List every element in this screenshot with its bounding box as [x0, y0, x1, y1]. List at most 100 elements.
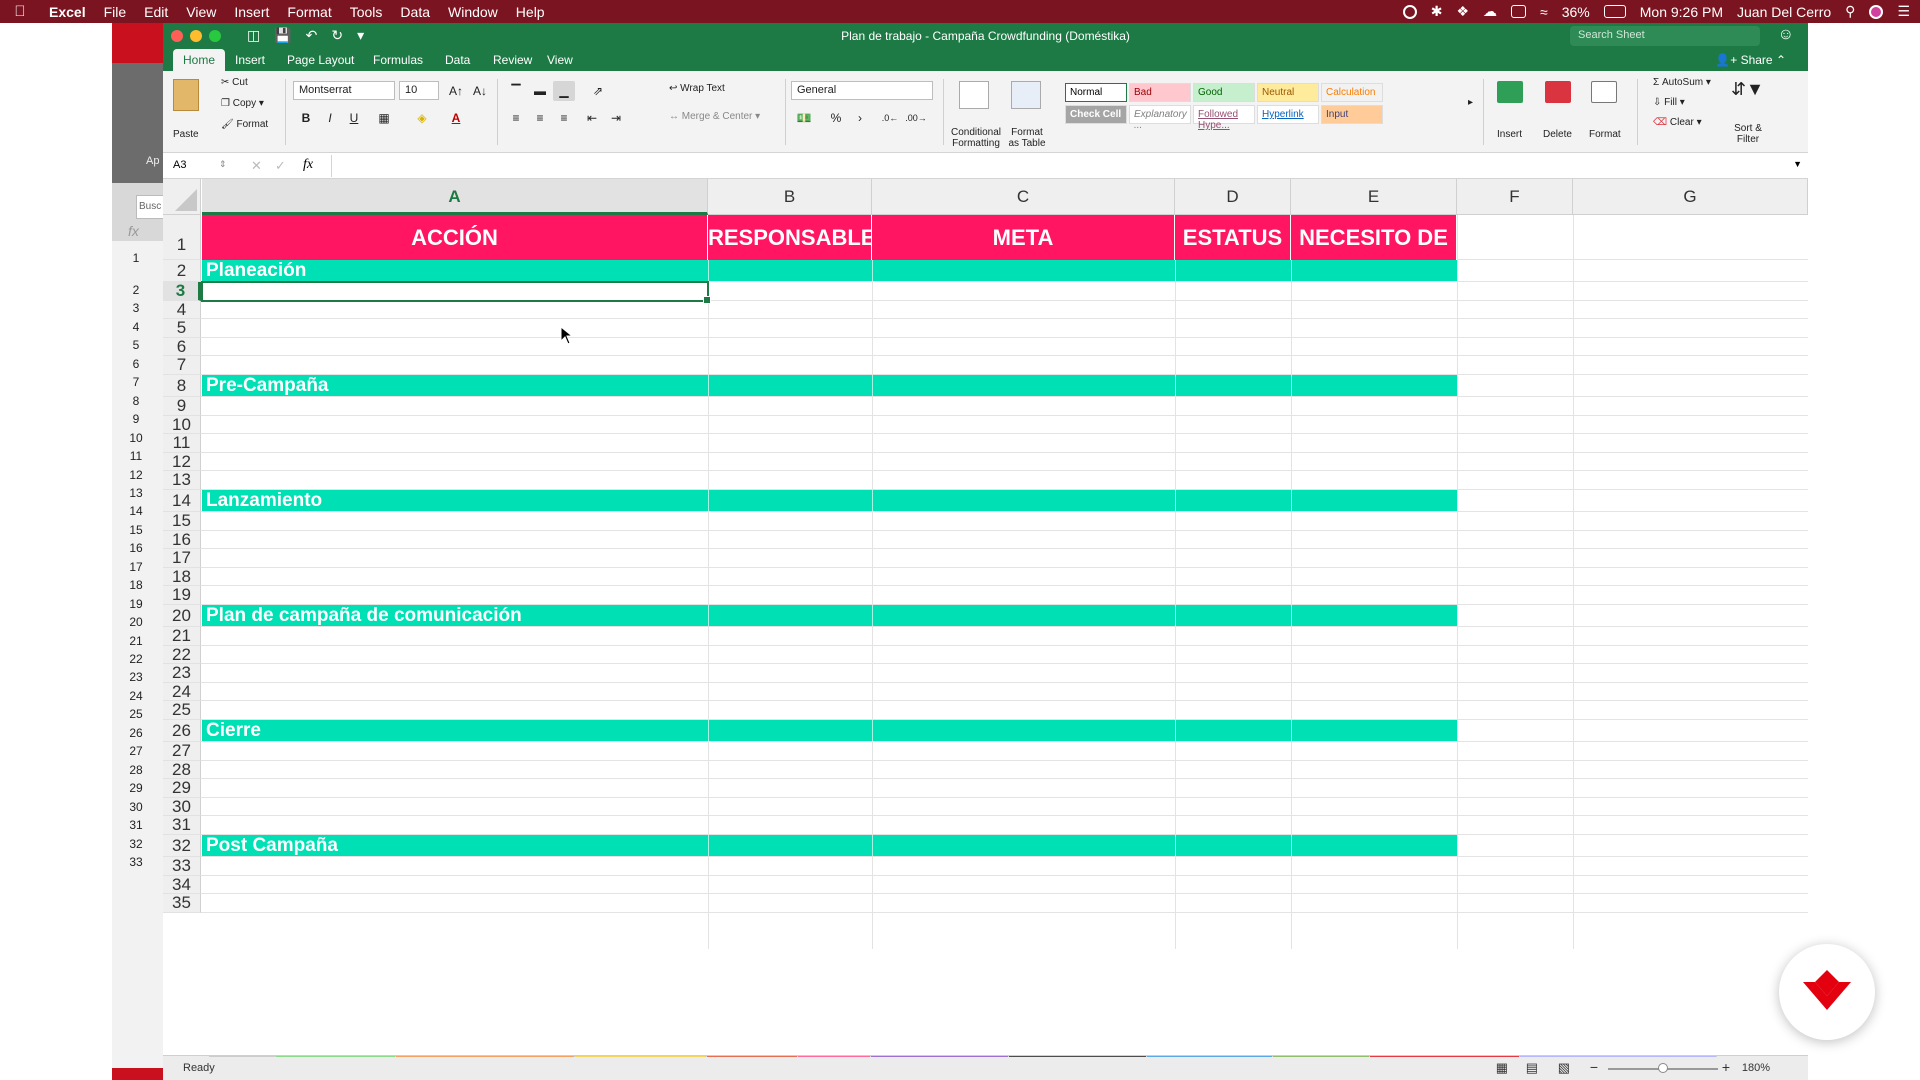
zoom-level[interactable]: 180% [1742, 1062, 1770, 1074]
row-header-9[interactable]: 9 [163, 396, 201, 416]
column-header-d[interactable]: D [1175, 179, 1291, 215]
zoom-slider-thumb[interactable] [1658, 1063, 1668, 1073]
expand-formula-bar-icon[interactable]: ▼ [1793, 159, 1802, 169]
section-row-14[interactable] [202, 490, 1457, 511]
cell-style-hyperlink[interactable]: Hyperlink [1257, 105, 1319, 124]
zoom-out-button[interactable]: − [1590, 1059, 1598, 1075]
merge-center-button[interactable]: ↔ Merge & Center ▾ [669, 111, 760, 122]
confirm-entry-icon[interactable]: ✓ [275, 158, 286, 174]
row-header-3[interactable]: 3 [163, 281, 201, 301]
active-cell-a3[interactable] [201, 281, 711, 304]
currency-icon[interactable]: 💵 [793, 108, 815, 128]
align-bottom-icon[interactable]: ▁ [553, 81, 575, 101]
page-break-view-icon[interactable]: ▧ [1558, 1060, 1570, 1076]
increase-indent-icon[interactable]: ⇥ [605, 108, 627, 128]
menu-user[interactable]: Juan Del Cerro [1737, 4, 1831, 20]
row-header-30[interactable]: 30 [163, 797, 201, 817]
row-header-19[interactable]: 19 [163, 586, 201, 605]
orientation-icon[interactable]: ⇗ [587, 81, 609, 101]
cell-style-followed-hype[interactable]: Followed Hype... [1193, 105, 1255, 131]
italic-button[interactable]: I [319, 108, 341, 128]
number-format-select[interactable]: General [791, 81, 933, 100]
percent-icon[interactable]: % [825, 108, 847, 128]
decrease-indent-icon[interactable]: ⇤ [581, 108, 603, 128]
normal-view-icon[interactable]: ▦ [1496, 1060, 1508, 1076]
format-as-table-button[interactable]: Format as Table [1005, 127, 1049, 149]
notification-center-icon[interactable]: ☰ [1897, 3, 1910, 20]
row-header-13[interactable]: 13 [163, 471, 201, 490]
font-color-icon[interactable]: A [445, 108, 467, 128]
apple-icon[interactable]:  [0, 3, 40, 20]
siri-icon[interactable] [1869, 4, 1884, 19]
delete-cells-icon[interactable] [1545, 81, 1571, 103]
row-header-10[interactable]: 10 [163, 415, 201, 435]
column-header-g[interactable]: G [1573, 179, 1808, 215]
paste-icon[interactable] [173, 79, 199, 111]
copy-button[interactable]: ❐ Copy ▾ [221, 98, 264, 109]
row-header-26[interactable]: 26 [163, 720, 201, 742]
menu-app-name[interactable]: Excel [40, 4, 95, 20]
font-name-select[interactable]: Montserrat [293, 81, 395, 100]
dropbox-icon[interactable]: ❖ [1456, 3, 1469, 20]
column-header-b[interactable]: B [708, 179, 872, 215]
record-icon[interactable] [1402, 4, 1417, 19]
row-header-35[interactable]: 35 [163, 894, 201, 913]
cloud-icon[interactable]: ☁ [1483, 3, 1497, 20]
cell-style-neutral[interactable]: Neutral [1257, 83, 1319, 102]
menu-help[interactable]: Help [507, 4, 554, 20]
tab-formulas[interactable]: Formulas [363, 49, 433, 71]
cell-style-calculation[interactable]: Calculation [1321, 83, 1383, 102]
row-header-11[interactable]: 11 [163, 434, 201, 453]
format-cells-icon[interactable] [1591, 81, 1617, 103]
clear-button[interactable]: ⌫ Clear ▾ [1653, 117, 1702, 128]
increase-decimal-icon[interactable]: .0← [879, 108, 901, 128]
cell-style-check-cell[interactable]: Check Cell [1065, 105, 1127, 124]
column-header-a[interactable]: A [202, 179, 708, 215]
row-header-17[interactable]: 17 [163, 549, 201, 568]
align-middle-icon[interactable]: ▬ [529, 81, 551, 101]
row-header-28[interactable]: 28 [163, 760, 201, 780]
menu-tools[interactable]: Tools [341, 4, 392, 20]
header-cell-c[interactable]: META [872, 215, 1175, 260]
menu-window[interactable]: Window [439, 4, 507, 20]
select-all-corner[interactable] [163, 179, 201, 215]
format-as-table-icon[interactable] [1011, 81, 1041, 109]
autosum-button[interactable]: Σ AutoSum ▾ [1653, 77, 1711, 88]
menu-edit[interactable]: Edit [135, 4, 177, 20]
styles-gallery-more-icon[interactable]: ▸ [1468, 97, 1473, 108]
font-size-select[interactable]: 10 [399, 81, 439, 100]
paste-button[interactable]: Paste [173, 129, 199, 140]
cell-style-good[interactable]: Good [1193, 83, 1255, 102]
zoom-in-button[interactable]: + [1722, 1059, 1730, 1075]
borders-icon[interactable]: ▦ [373, 108, 395, 128]
row-header-16[interactable]: 16 [163, 530, 201, 550]
sort-filter-button[interactable]: Sort & Filter [1725, 123, 1771, 145]
row-header-8[interactable]: 8 [163, 375, 201, 397]
decrease-decimal-icon[interactable]: .00→ [905, 108, 927, 128]
header-cell-d[interactable]: ESTATUS [1175, 215, 1291, 260]
menu-data[interactable]: Data [391, 4, 439, 20]
battery-percent[interactable]: 36% [1562, 4, 1590, 20]
column-header-c[interactable]: C [872, 179, 1175, 215]
align-top-icon[interactable]: ▔ [505, 81, 527, 101]
format-cells-button[interactable]: Format [1589, 129, 1621, 140]
wrap-text-button[interactable]: ↩ Wrap Text [669, 83, 725, 94]
header-cell-e[interactable]: NECESITO DE [1291, 215, 1457, 260]
column-header-f[interactable]: F [1457, 179, 1573, 215]
row-header-25[interactable]: 25 [163, 701, 201, 720]
cell-style-explanatory[interactable]: Explanatory ... [1129, 105, 1191, 131]
wifi-icon[interactable]: ≈ [1540, 4, 1548, 20]
row-header-32[interactable]: 32 [163, 835, 201, 857]
menu-insert[interactable]: Insert [225, 4, 278, 20]
section-row-26[interactable] [202, 720, 1457, 741]
header-cell-b[interactable]: RESPONSABLE [708, 215, 875, 260]
header-cell-a[interactable]: ACCIÓN [202, 215, 708, 260]
row-header-7[interactable]: 7 [163, 356, 201, 375]
row-header-31[interactable]: 31 [163, 816, 201, 835]
fill-button[interactable]: ⇩ Fill ▾ [1653, 97, 1685, 108]
row-header-20[interactable]: 20 [163, 605, 201, 627]
row-header-18[interactable]: 18 [163, 567, 201, 587]
battery-icon[interactable] [1603, 5, 1626, 18]
share-button[interactable]: 👤+ Share ⌃ [1715, 53, 1786, 67]
menu-format[interactable]: Format [278, 4, 340, 20]
